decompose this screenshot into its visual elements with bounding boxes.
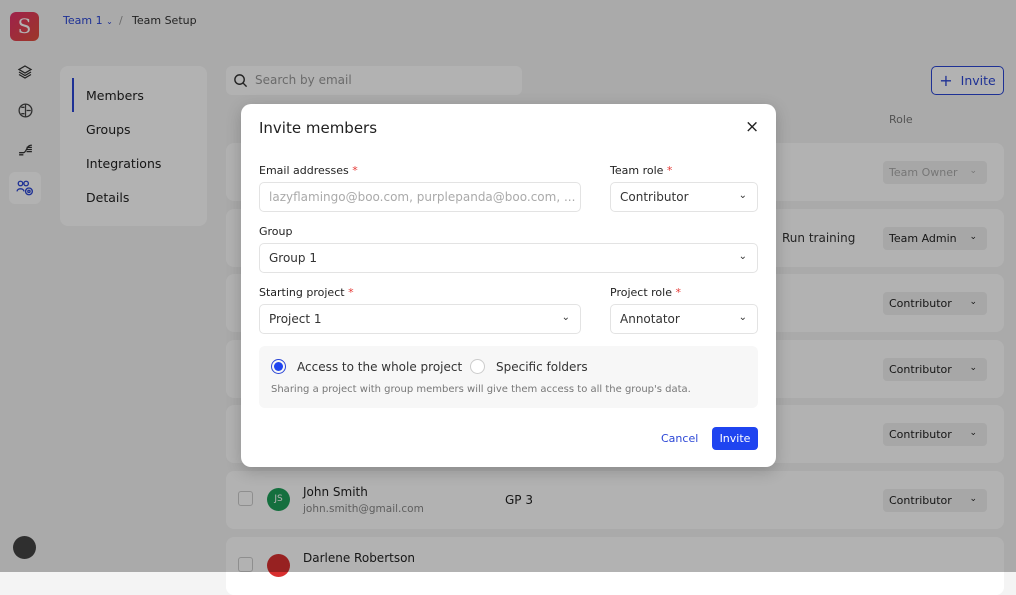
team-role-select[interactable]: Contributor ⌄ [610, 182, 758, 212]
access-note: Sharing a project with group members wil… [271, 384, 691, 395]
specific-folders-radio[interactable] [470, 359, 485, 374]
cancel-button[interactable]: Cancel [661, 432, 698, 445]
chevron-down-icon: ⌄ [561, 312, 570, 323]
starting-project-select[interactable]: Project 1 ⌄ [259, 304, 581, 334]
email-label: Email addresses * [259, 164, 358, 177]
email-input[interactable]: lazyflamingo@boo.com, purplepanda@boo.co… [259, 182, 581, 212]
project-role-label: Project role * [610, 286, 681, 299]
close-icon[interactable]: × [745, 117, 759, 137]
invite-members-modal: Invite members × Email addresses * lazyf… [241, 104, 776, 467]
starting-project-label: Starting project * [259, 286, 354, 299]
project-role-select[interactable]: Annotator ⌄ [610, 304, 758, 334]
modal-title: Invite members [259, 119, 378, 137]
invite-submit-button[interactable]: Invite [712, 427, 758, 450]
chevron-down-icon: ⌄ [738, 312, 747, 323]
team-role-label: Team role * [610, 164, 673, 177]
specific-folders-label[interactable]: Specific folders [496, 360, 588, 374]
group-label: Group [259, 225, 293, 238]
chevron-down-icon: ⌄ [738, 251, 747, 262]
group-select[interactable]: Group 1 ⌄ [259, 243, 758, 273]
chevron-down-icon: ⌄ [738, 190, 747, 201]
access-panel: Access to the whole project Specific fol… [259, 346, 758, 408]
access-whole-label[interactable]: Access to the whole project [297, 360, 462, 374]
access-whole-radio[interactable] [271, 359, 286, 374]
